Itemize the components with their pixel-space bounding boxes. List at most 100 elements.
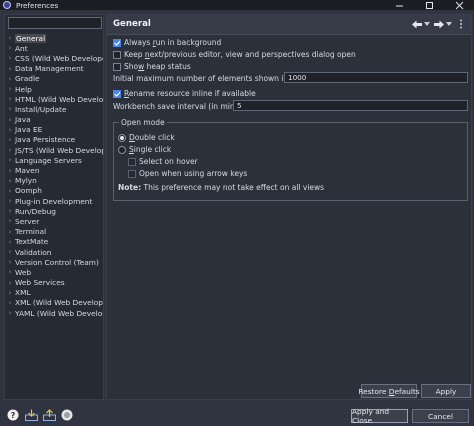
tree-item[interactable]: › Validation (5, 247, 103, 257)
apply-and-close-button[interactable]: Apply and Close (351, 407, 408, 425)
always-run-label: Always run in background (124, 38, 222, 47)
chevron-right-icon[interactable]: › (5, 309, 15, 317)
chevron-right-icon[interactable]: › (5, 126, 15, 134)
keep-next-previous-checkbox[interactable] (113, 50, 121, 59)
single-click-radio[interactable] (118, 145, 126, 154)
chevron-right-icon[interactable]: › (5, 75, 15, 83)
forward-button[interactable] (433, 18, 445, 30)
help-button[interactable]: ? (6, 408, 20, 422)
chevron-right-icon[interactable]: › (5, 197, 15, 205)
tree-item[interactable]: › Java EE (5, 125, 103, 135)
tree-item[interactable]: › Version Control (Team) (5, 257, 103, 267)
tree-item[interactable]: › Terminal (5, 227, 103, 237)
max-elements-input[interactable] (284, 72, 468, 83)
record-icon (61, 409, 73, 421)
filter-input[interactable] (8, 17, 102, 29)
tree-item[interactable]: › HTML (Wild Web Develope (5, 94, 103, 104)
show-heap-status-checkbox[interactable] (113, 62, 121, 71)
back-button[interactable] (411, 18, 423, 30)
chevron-right-icon[interactable]: › (5, 85, 15, 93)
tree-item[interactable]: › Web Services (5, 278, 103, 288)
tree-item[interactable]: › Run/Debug (5, 206, 103, 216)
cancel-button[interactable]: Cancel (412, 409, 469, 423)
tree-item[interactable]: › JS/TS (Wild Web Develope (5, 145, 103, 155)
preference-page-pane: General Always run in background Keep ne… (106, 14, 472, 400)
forward-history-dropdown[interactable] (445, 18, 453, 30)
chevron-right-icon[interactable]: › (5, 228, 15, 236)
save-interval-input[interactable] (233, 100, 468, 111)
tree-item[interactable]: › YAML (Wild Web Develope (5, 308, 103, 318)
view-menu-button[interactable] (455, 18, 467, 30)
select-on-hover-checkbox[interactable] (128, 157, 136, 166)
chevron-right-icon[interactable]: › (5, 146, 15, 154)
chevron-right-icon[interactable]: › (5, 156, 15, 164)
chevron-right-icon[interactable]: › (5, 268, 15, 276)
chevron-right-icon[interactable]: › (5, 65, 15, 73)
chevron-right-icon[interactable]: › (5, 136, 15, 144)
select-on-hover-option[interactable]: Select on hover (128, 157, 198, 166)
chevron-right-icon[interactable]: › (5, 289, 15, 297)
open-arrow-keys-label: Open when using arrow keys (139, 169, 248, 178)
chevron-right-icon[interactable]: › (5, 116, 15, 124)
close-window-button[interactable] (444, 0, 474, 10)
tree-item[interactable]: › Install/Update (5, 104, 103, 114)
chevron-right-icon[interactable]: › (5, 34, 15, 42)
tree-item[interactable]: › Gradle (5, 74, 103, 84)
double-click-option[interactable]: Double click (118, 133, 175, 142)
chevron-right-icon[interactable]: › (5, 44, 15, 52)
rename-inline-option[interactable]: Rename resource inline if available (113, 89, 256, 98)
tree-item[interactable]: › CSS (Wild Web Developer) (5, 53, 103, 63)
always-run-background-option[interactable]: Always run in background (113, 38, 221, 47)
chevron-right-icon[interactable]: › (5, 299, 15, 307)
tree-item[interactable]: › Maven (5, 165, 103, 175)
chevron-right-icon[interactable]: › (5, 177, 15, 185)
tree-item[interactable]: › TextMate (5, 237, 103, 247)
single-click-option[interactable]: Single click (118, 145, 171, 154)
chevron-right-icon[interactable]: › (5, 279, 15, 287)
tree-item[interactable]: › Web (5, 267, 103, 277)
tree-item[interactable]: ›XML (Wild Web Developer) (5, 298, 103, 308)
tree-item[interactable]: › Java Persistence (5, 135, 103, 145)
minimize-button[interactable] (384, 0, 414, 10)
open-arrow-keys-option[interactable]: Open when using arrow keys (128, 169, 247, 178)
export-preferences-button[interactable] (42, 408, 56, 422)
tree-item-label: Gradle (15, 74, 40, 84)
chevron-right-icon[interactable]: › (5, 54, 15, 62)
preference-tree: › General › Ant › CSS (Wild Web Developer) › Da… (5, 33, 103, 318)
tree-item-label: Java (15, 115, 31, 125)
double-click-radio[interactable] (118, 133, 126, 142)
restore-defaults-button[interactable]: Restore Defaults (358, 384, 420, 398)
chevron-right-icon[interactable]: › (5, 238, 15, 246)
tree-item[interactable]: › XML (5, 288, 103, 298)
apply-button[interactable]: Apply (421, 384, 471, 398)
chevron-right-icon[interactable]: › (5, 217, 15, 225)
maximize-button[interactable] (414, 0, 444, 10)
back-history-dropdown[interactable] (423, 18, 431, 30)
tree-item[interactable]: › Help (5, 84, 103, 94)
tree-item[interactable]: › Oomph (5, 186, 103, 196)
always-run-checkbox[interactable] (113, 38, 121, 47)
tree-item[interactable]: › Mylyn (5, 176, 103, 186)
show-heap-status-option[interactable]: Show heap status (113, 62, 191, 71)
chevron-right-icon[interactable]: › (5, 95, 15, 103)
open-arrow-keys-checkbox[interactable] (128, 169, 136, 178)
tree-item[interactable]: › General (5, 33, 103, 43)
tree-item[interactable]: › Ant (5, 43, 103, 53)
chevron-right-icon[interactable]: › (5, 258, 15, 266)
chevron-right-icon[interactable]: › (5, 105, 15, 113)
tree-item[interactable]: › Java (5, 115, 103, 125)
chevron-right-icon[interactable]: › (5, 207, 15, 215)
tree-item[interactable]: › Server (5, 216, 103, 226)
tree-item[interactable]: › Language Servers (5, 155, 103, 165)
tree-item-label: Run/Debug (15, 206, 56, 216)
chevron-right-icon[interactable]: › (5, 248, 15, 256)
chevron-right-icon[interactable]: › (5, 167, 15, 175)
import-preferences-button[interactable] (24, 408, 38, 422)
tree-item[interactable]: › Data Management (5, 64, 103, 74)
tree-item[interactable]: › Plug-in Development (5, 196, 103, 206)
radio-selected-dot (120, 135, 124, 140)
keep-next-previous-option[interactable]: Keep next/previous editor, view and pers… (113, 50, 356, 59)
rename-inline-checkbox[interactable] (113, 89, 121, 98)
oomph-record-button[interactable] (60, 408, 74, 422)
chevron-right-icon[interactable]: › (5, 187, 15, 195)
